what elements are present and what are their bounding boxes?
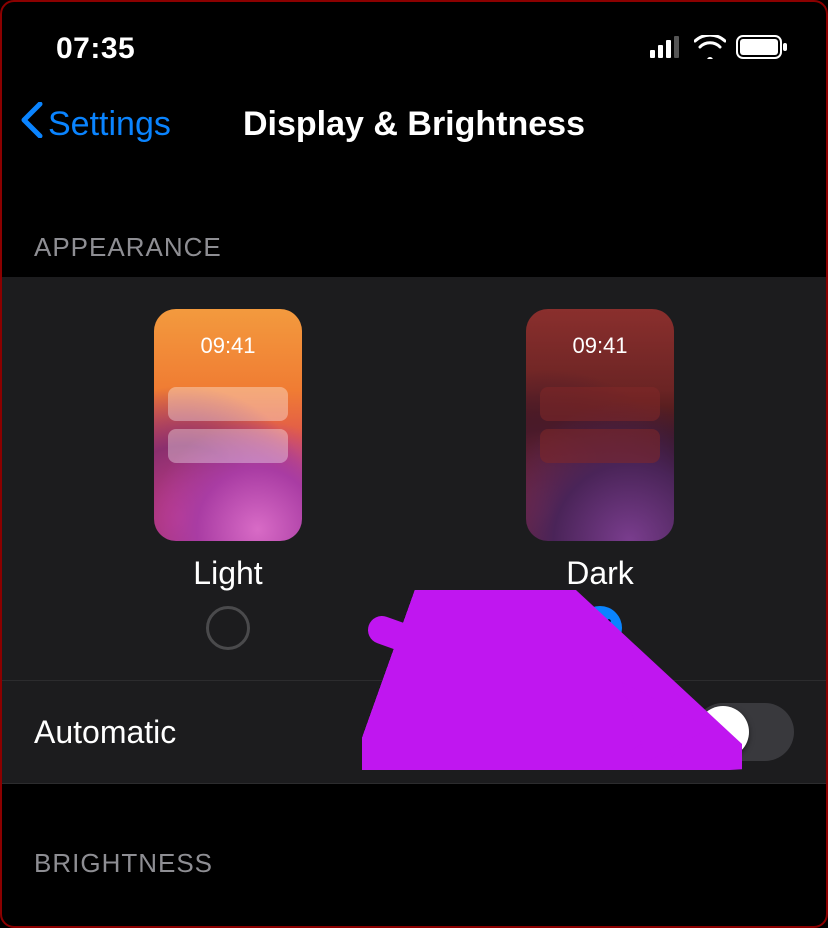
checkmark-icon <box>587 615 613 641</box>
appearance-header: APPEARANCE <box>2 232 826 277</box>
preview-widget <box>540 429 660 463</box>
preview-widgets <box>540 387 660 463</box>
toggle-knob <box>697 706 749 758</box>
appearance-preview-dark: 09:41 <box>526 309 674 541</box>
appearance-option-dark[interactable]: 09:41 Dark <box>470 309 730 650</box>
nav-bar: Settings Display & Brightness <box>2 80 826 168</box>
preview-widget <box>540 387 660 421</box>
automatic-toggle[interactable] <box>694 703 794 761</box>
battery-icon <box>736 35 788 64</box>
appearance-panel: 09:41 Light 09:41 Dark <box>2 277 826 681</box>
radio-checked-icon[interactable] <box>578 606 622 650</box>
automatic-row: Automatic <box>2 681 826 784</box>
wifi-icon <box>694 35 726 64</box>
preview-time: 09:41 <box>526 333 674 359</box>
cellular-icon <box>650 36 684 63</box>
preview-time: 09:41 <box>154 333 302 359</box>
brightness-header: BRIGHTNESS <box>2 848 826 883</box>
appearance-option-light[interactable]: 09:41 Light <box>98 309 358 650</box>
preview-widget <box>168 387 288 421</box>
appearance-label-dark: Dark <box>566 555 634 592</box>
radio-unchecked-icon[interactable] <box>206 606 250 650</box>
chevron-left-icon <box>20 102 44 147</box>
section-spacer <box>2 784 826 848</box>
back-button[interactable]: Settings <box>20 102 171 147</box>
preview-widget <box>168 429 288 463</box>
appearance-preview-light: 09:41 <box>154 309 302 541</box>
back-label: Settings <box>48 105 171 144</box>
automatic-label: Automatic <box>34 714 176 751</box>
section-spacer <box>2 168 826 232</box>
preview-widgets <box>168 387 288 463</box>
appearance-label-light: Light <box>193 555 262 592</box>
status-indicators <box>650 35 788 64</box>
status-bar: 07:35 <box>2 2 826 80</box>
status-time: 07:35 <box>56 32 135 66</box>
